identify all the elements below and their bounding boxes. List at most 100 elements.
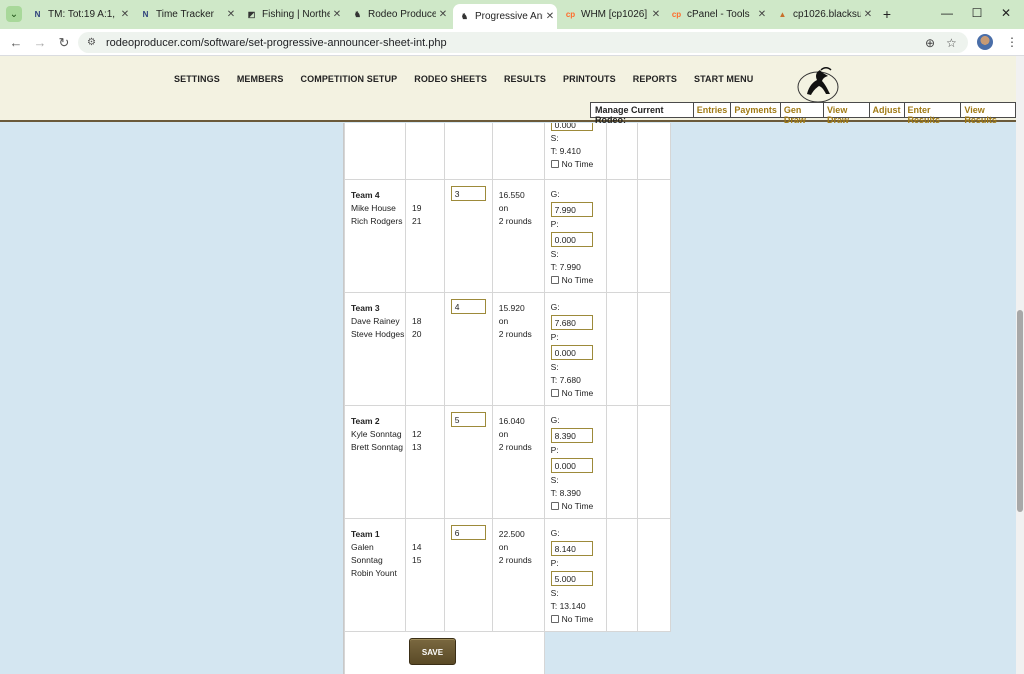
manage-link-view-draw[interactable]: View Draw [824,103,870,125]
nav-item-rodeo-sheets[interactable]: RODEO SHEETS [414,74,487,84]
manage-link-gen-draw[interactable]: Gen Draw [781,103,824,125]
nav-item-reports[interactable]: REPORTS [633,74,677,84]
back-number: 18 [411,316,422,326]
manage-link-entries[interactable]: Entries [694,103,732,117]
zoom-icon[interactable]: ⊕ [925,36,935,50]
roper-name: Galen [351,542,374,552]
nav-item-members[interactable]: MEMBERS [237,74,284,84]
back-number: 12 [411,429,422,439]
average-time: 16.040 [498,416,525,426]
new-tab-button[interactable]: + [880,6,894,22]
close-tab-icon[interactable]: ✕ [436,9,450,20]
close-tab-icon[interactable]: ✕ [755,9,769,20]
nav-item-settings[interactable]: SETTINGS [174,74,220,84]
close-tab-icon[interactable]: ✕ [118,9,132,20]
no-time-option: No Time [550,274,606,287]
browser-tab[interactable]: N Time Tracker ✕ [134,4,238,25]
s-label: S: [550,588,559,598]
nav-item-printouts[interactable]: PRINTOUTS [563,74,616,84]
tab-search-chevron-icon[interactable]: ⌄ [6,6,22,22]
table-row-partial: 0.000 S: T: 9.410 No Time [344,123,671,180]
penalty-input[interactable]: 0.000 [550,458,593,473]
manage-link-adjust[interactable]: Adjust [870,103,905,117]
nav-item-start-menu[interactable]: START MENU [694,74,753,84]
rounds-label: 2 rounds [498,216,532,226]
manage-link-view-results[interactable]: View Results [961,103,1015,125]
horse-logo-icon[interactable] [795,64,841,104]
reload-icon[interactable]: ↻ [56,35,72,51]
roper-name: Mike House [351,203,396,213]
close-window-button[interactable]: ✕ [996,6,1016,20]
back-arrow-icon[interactable]: ← [8,35,24,50]
close-tab-icon[interactable]: ✕ [224,9,238,20]
browser-tab[interactable]: cp WHM [cp1026] ✕ [559,4,663,25]
close-tab-icon[interactable]: ✕ [543,11,557,22]
penalty-input[interactable]: 0.000 [550,232,593,247]
rounds-label: 2 rounds [498,555,532,565]
manage-link-enter-results[interactable]: Enter Results [905,103,962,125]
browser-menu-icon[interactable]: ⋮ [1006,35,1018,49]
nav-item-competition-setup[interactable]: COMPETITION SETUP [301,74,398,84]
s-label: S: [550,133,559,143]
maximize-window-button[interactable]: ☐ [967,6,987,20]
no-time-checkbox[interactable] [550,615,559,623]
no-time-option: No Time [550,158,606,171]
close-tab-icon[interactable]: ✕ [861,9,875,20]
site-info-icon[interactable]: ⚙ [87,37,96,48]
no-time-label: No Time [561,501,594,511]
address-bar[interactable]: ⚙ rodeoproducer.com/software/set-progres… [78,32,968,53]
penalty-input[interactable]: 0.000 [550,345,593,360]
position-input[interactable]: 3 [450,186,486,201]
manage-current-rodeo-bar: Manage Current Rodeo: Entries Payments Gen… [590,102,1016,125]
browser-tab[interactable]: N TM: Tot:19 A:1, B ✕ [26,4,132,25]
minimize-window-button[interactable]: — [937,6,957,20]
roper-name: Kyle Sonntag [351,429,402,439]
cpanel-icon: cp [565,10,576,19]
browser-tab[interactable]: ♞ Progressive Ann ✕ [453,4,557,29]
g-label: G: [550,302,560,312]
position-input[interactable]: 5 [450,412,486,427]
total-time: T: 13.140 [550,601,586,611]
p-label: P: [550,558,559,568]
browser-tab-bar: ⌄ N TM: Tot:19 A:1, B ✕ N Time Tracker ✕ ◩ Fish… [0,0,1024,29]
profile-avatar[interactable] [977,34,993,50]
bookmark-star-icon[interactable]: ☆ [946,36,957,50]
total-time: T: 7.680 [550,375,581,385]
browser-toolbar: ← → ↻ ⚙ rodeoproducer.com/software/set-p… [0,29,1024,56]
no-time-checkbox[interactable] [550,502,559,510]
browser-tab[interactable]: ♞ Rodeo Producer ✕ [346,4,450,25]
roper-name: Steve Hodges [351,329,405,339]
total-time: T: 7.990 [550,262,581,272]
no-time-checkbox[interactable] [550,160,559,168]
close-tab-icon[interactable]: ✕ [649,9,663,20]
go-time-input[interactable]: 8.140 [550,541,593,556]
tab-label: cp1026.blacksun [793,9,861,20]
no-time-checkbox[interactable] [550,389,559,397]
no-time-option: No Time [550,387,606,400]
position-input[interactable]: 6 [450,525,486,540]
total-time: T: 8.390 [550,488,581,498]
scrollbar-thumb[interactable] [1017,310,1023,512]
close-tab-icon[interactable]: ✕ [330,9,344,20]
go-time-input[interactable]: 8.390 [550,428,593,443]
browser-tab[interactable]: ◩ Fishing | Northern✕ [240,4,344,25]
announcer-sheet: 0.000 S: T: 9.410 No Time Team 4 Mike Hou… [343,123,671,674]
team-name: Team 3 [351,303,380,313]
notion-icon: N [142,10,149,19]
browser-tab[interactable]: cp cPanel - Tools ✕ [665,4,769,25]
results-table: 0.000 S: T: 9.410 No Time Team 4 Mike Hou… [344,123,671,674]
browser-tab[interactable]: ▲ cp1026.blacksun ✕ [771,4,875,25]
nav-item-results[interactable]: RESULTS [504,74,546,84]
penalty-input[interactable]: 5.000 [550,571,593,586]
save-button[interactable]: SAVE [409,638,456,665]
go-time-input[interactable]: 7.680 [550,315,593,330]
forward-arrow-icon[interactable]: → [32,35,48,50]
roper-name: Dave Rainey [351,316,400,326]
go-time-input[interactable]: 7.990 [550,202,593,217]
position-input[interactable]: 4 [450,299,486,314]
p-label: P: [550,445,559,455]
penalty-input-partial[interactable]: 0.000 [550,123,593,131]
manage-link-payments[interactable]: Payments [731,103,781,117]
no-time-checkbox[interactable] [550,276,559,284]
horse-icon: ♞ [460,12,469,21]
